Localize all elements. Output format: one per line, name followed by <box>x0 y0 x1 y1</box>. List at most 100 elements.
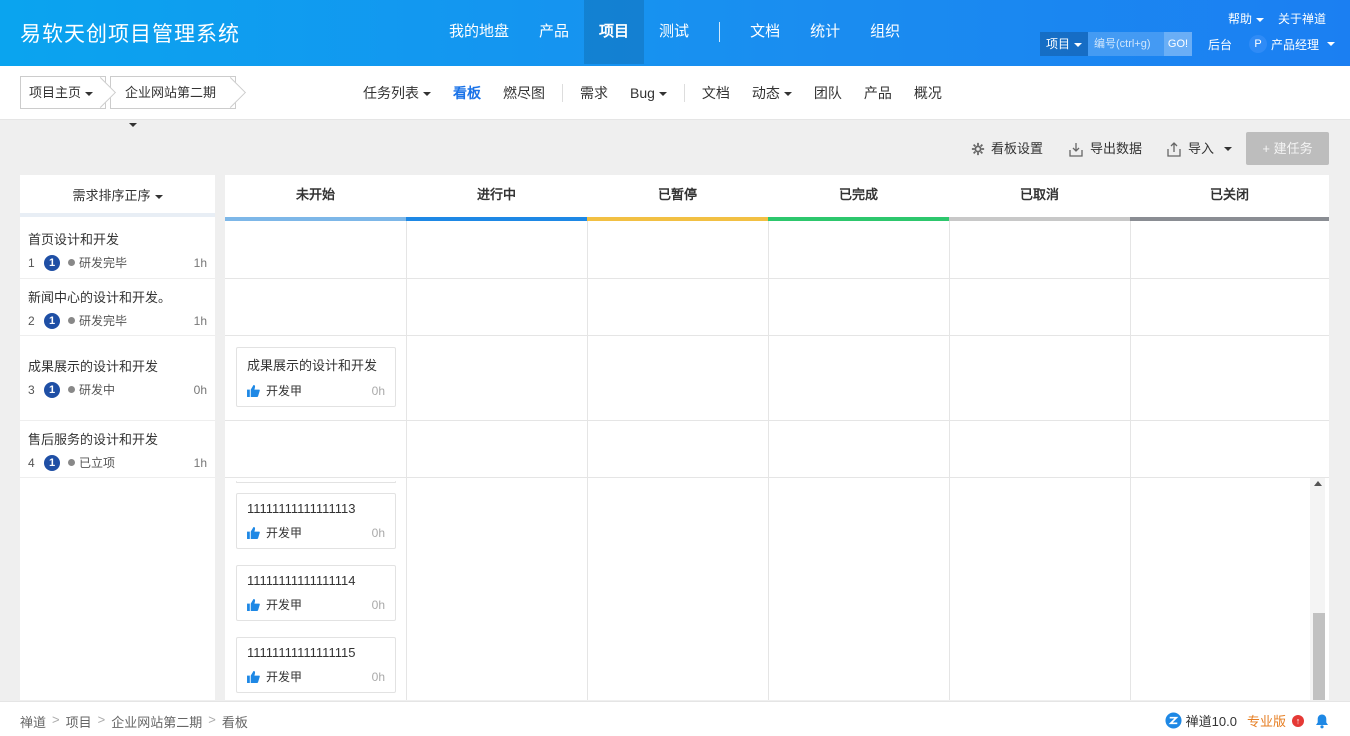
user-menu[interactable]: P 产品经理 <box>1249 35 1336 53</box>
chevron-down-icon <box>1255 17 1264 22</box>
task-card[interactable]: 11111111111111115 开发甲 0h <box>236 637 396 693</box>
chevron-down-icon <box>1074 42 1083 47</box>
menu-separator <box>562 84 563 102</box>
main-nav: 我的地盘 产品 项目 测试 文档 统计 组织 <box>434 0 915 64</box>
bell-icon[interactable] <box>1314 713 1330 729</box>
help-menu[interactable]: 帮助 <box>1228 10 1264 27</box>
column-header-done: 已完成 <box>768 175 949 221</box>
kanban-board: 未开始 进行中 已暂停 已完成 已取消 已关闭 成果展示的设计和开发 开发甲 0… <box>225 175 1329 700</box>
crumb-project-select[interactable]: 企业网站第二期 <box>110 76 236 127</box>
scroll-up-arrow-icon[interactable] <box>1314 481 1322 486</box>
column-color-bar <box>768 217 949 221</box>
nav-qa[interactable]: 测试 <box>644 0 704 64</box>
story-sort-dropdown[interactable]: 需求排序正序 <box>20 175 215 217</box>
header-links: 帮助 关于禅道 <box>1228 10 1326 27</box>
about-link[interactable]: 关于禅道 <box>1278 10 1326 27</box>
menu-doc[interactable]: 文档 <box>691 83 741 103</box>
column-divider <box>587 221 588 700</box>
task-assignee: 开发甲 <box>266 598 303 612</box>
story-status: 研发中 <box>79 383 116 397</box>
story-meta: 2 1 研发完毕 1h <box>28 312 207 329</box>
story-row[interactable]: 首页设计和开发 1 1 研发完毕 1h <box>20 221 215 279</box>
story-meta: 1 1 研发完毕 1h <box>28 254 207 271</box>
thumbs-up-icon <box>247 384 260 397</box>
task-assignee: 开发甲 <box>266 384 303 398</box>
search-type-select[interactable]: 项目 <box>1040 32 1089 56</box>
column-divider <box>949 221 950 700</box>
story-status: 研发完毕 <box>79 314 128 328</box>
upgrade-arrow-icon: ↑ <box>1292 714 1304 727</box>
footer-crumb-kanban: 看板 <box>221 715 248 730</box>
column-color-bar <box>1130 217 1329 221</box>
search-input[interactable] <box>1088 32 1165 56</box>
nav-project[interactable]: 项目 <box>584 0 645 64</box>
kanban-settings-button[interactable]: 看板设置 <box>971 132 1043 165</box>
column-header-cancel: 已取消 <box>949 175 1130 221</box>
nav-my[interactable]: 我的地盘 <box>434 0 524 64</box>
thumbs-up-icon <box>247 598 260 611</box>
gear-icon <box>971 142 985 155</box>
project-menu: 任务列表 看板 燃尽图 需求 Bug 文档 动态 团队 产品 概况 <box>352 66 953 120</box>
story-title[interactable]: 首页设计和开发 <box>28 229 207 248</box>
top-header: 易软天创项目管理系统 我的地盘 产品 项目 测试 文档 统计 组织 帮助 关于禅… <box>0 0 1350 66</box>
story-title[interactable]: 成果展示的设计和开发 <box>28 356 207 375</box>
go-button[interactable]: GO! <box>1164 32 1193 56</box>
story-title[interactable]: 售后服务的设计和开发 <box>28 429 207 448</box>
task-assignee: 开发甲 <box>266 670 303 684</box>
task-assignee: 开发甲 <box>266 526 303 540</box>
story-row[interactable]: 成果展示的设计和开发 3 1 研发中 0h <box>20 336 215 421</box>
app-brand[interactable]: 易软天创项目管理系统 <box>20 18 240 48</box>
task-card[interactable]: 11111111111111114 开发甲 0h <box>236 565 396 621</box>
story-estimate: 1h <box>193 255 207 270</box>
story-estimate: 1h <box>193 313 207 328</box>
column-header-doing: 进行中 <box>406 175 587 221</box>
menu-tasks[interactable]: 任务列表 <box>352 83 442 103</box>
nav-product[interactable]: 产品 <box>524 0 584 64</box>
kanban-toolbar: 看板设置 导出数据 导入 + 建任务 <box>0 132 1350 165</box>
story-status: 已立项 <box>79 456 116 470</box>
menu-bug[interactable]: Bug <box>619 85 678 101</box>
version-link[interactable]: 禅道10.0 <box>1165 711 1237 730</box>
task-title[interactable]: 11111111111111115 <box>247 645 385 660</box>
task-title[interactable]: 11111111111111114 <box>247 573 385 588</box>
create-task-button[interactable]: + 建任务 <box>1246 132 1329 165</box>
priority-badge: 1 <box>44 312 60 329</box>
story-row[interactable]: 新闻中心的设计和开发。 2 1 研发完毕 1h <box>20 279 215 336</box>
menu-story[interactable]: 需求 <box>569 83 619 103</box>
footer-crumb-zentao[interactable]: 禅道 <box>20 712 46 731</box>
crumb-project-home[interactable]: 项目主页 <box>20 76 106 109</box>
task-estimate: 0h <box>371 383 385 398</box>
menu-overview[interactable]: 概况 <box>903 83 953 103</box>
export-data-button[interactable]: 导出数据 <box>1068 132 1142 165</box>
task-title[interactable]: 11111111111111113 <box>247 501 385 516</box>
chevron-right-icon: > <box>97 712 106 727</box>
admin-link[interactable]: 后台 <box>1208 36 1232 53</box>
story-estimate: 0h <box>193 382 207 397</box>
chevron-down-icon <box>423 92 431 97</box>
menu-product[interactable]: 产品 <box>853 83 903 103</box>
import-button[interactable]: 导入 <box>1166 132 1233 165</box>
status-dot-icon <box>68 459 75 466</box>
task-card[interactable]: 成果展示的设计和开发 开发甲 0h <box>236 347 396 407</box>
sub-nav: 项目主页 企业网站第二期 任务列表 看板 燃尽图 需求 Bug 文档 动态 团队… <box>0 66 1350 127</box>
menu-kanban[interactable]: 看板 <box>442 83 492 103</box>
menu-dynamic[interactable]: 动态 <box>741 83 803 103</box>
menu-team[interactable]: 团队 <box>803 83 853 103</box>
nav-report[interactable]: 统计 <box>795 0 855 64</box>
task-title[interactable]: 成果展示的设计和开发 <box>247 355 385 374</box>
scrollbar-thumb[interactable] <box>1313 613 1325 700</box>
footer-crumb-project[interactable]: 项目 <box>66 712 92 731</box>
story-row[interactable]: 售后服务的设计和开发 4 1 已立项 1h <box>20 421 215 478</box>
story-title[interactable]: 新闻中心的设计和开发。 <box>28 287 207 306</box>
thumbs-up-icon <box>247 670 260 683</box>
footer-crumb-project-name[interactable]: 企业网站第二期 <box>111 712 202 731</box>
menu-burndown[interactable]: 燃尽图 <box>492 83 556 103</box>
task-estimate: 0h <box>371 525 385 540</box>
edition-upgrade-link[interactable]: 专业版 ↑ <box>1247 711 1304 730</box>
task-estimate: 0h <box>371 597 385 612</box>
chevron-down-icon <box>783 92 792 97</box>
chevron-right-icon: > <box>208 712 216 727</box>
task-card[interactable]: 11111111111111113 开发甲 0h <box>236 493 396 549</box>
nav-company[interactable]: 组织 <box>855 0 915 64</box>
nav-doc[interactable]: 文档 <box>735 0 795 64</box>
